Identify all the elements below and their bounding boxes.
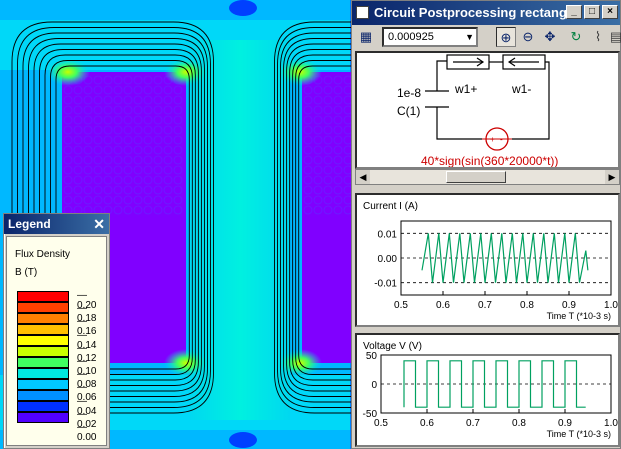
- close-icon[interactable]: ×: [602, 5, 618, 19]
- graph-icon[interactable]: ⌇: [588, 27, 608, 47]
- calculator-icon[interactable]: ▦: [356, 27, 376, 47]
- x-tick-label: 0.9: [558, 418, 572, 429]
- svg-text:+: +: [490, 135, 495, 144]
- color-scale-swatch: [17, 335, 69, 346]
- color-scale-swatch: [17, 357, 69, 368]
- color-scale-swatch: [17, 412, 69, 423]
- horizontal-scrollbar[interactable]: ◀ ▶: [355, 169, 620, 185]
- svg-text:-: -: [500, 135, 503, 144]
- x-axis-label: Time T (*10-3 s): [547, 311, 611, 321]
- coil-plus-label: w1+: [454, 82, 477, 96]
- zoom-in-icon[interactable]: ⊕: [496, 27, 516, 47]
- color-scale-swatch: [17, 313, 69, 324]
- color-scale-swatch: [17, 302, 69, 313]
- x-tick-label: 0.5: [394, 300, 408, 311]
- source-expression: 40*sign(sin(360*20000*t)): [421, 154, 558, 167]
- zoom-out-icon[interactable]: ⊖: [518, 27, 538, 47]
- color-scale-swatch: [17, 379, 69, 390]
- color-scale-label: — 0.00: [77, 422, 97, 443]
- y-tick-label: 0.01: [378, 229, 398, 240]
- coil-minus-label: w1-: [511, 82, 531, 96]
- current-chart-panel[interactable]: Current I (A) 0.01 0.00 -0.01 0.5 0.6 0.7 0.8 0.…: [355, 193, 620, 327]
- current-chart: Current I (A) 0.01 0.00 -0.01 0.5 0.6 0.7 0.8 0.…: [363, 201, 618, 321]
- y-tick-label: -0.01: [374, 279, 397, 290]
- capacitor-value: 1e-8: [397, 86, 421, 100]
- x-tick-label: 0.7: [466, 418, 480, 429]
- x-tick-label: 0.9: [562, 300, 576, 311]
- circuit-postprocessing-window[interactable]: Circuit Postprocessing rectang... _ □ × …: [351, 0, 621, 449]
- maximize-icon[interactable]: □: [584, 5, 600, 19]
- color-scale-swatch: [17, 324, 69, 335]
- color-scale-swatch: [17, 291, 69, 302]
- scrollbar-thumb[interactable]: [446, 171, 506, 183]
- circuit-diagram-panel[interactable]: + - 1e-8 C(1) w1+ w1- 40*sign(sin(360*20…: [355, 51, 620, 169]
- time-selector[interactable]: 0.000925 ▼: [382, 27, 478, 47]
- x-tick-label: 1.0: [604, 300, 618, 311]
- x-tick-label: 0.8: [512, 418, 526, 429]
- x-tick-label: 0.5: [374, 418, 388, 429]
- legend-window[interactable]: Legend ✕ Flux Density B (T) — 0.20— 0.18…: [3, 213, 110, 449]
- zoom-fit-icon[interactable]: ✥: [540, 27, 560, 47]
- y-tick-label: 50: [366, 351, 378, 362]
- x-tick-label: 0.8: [520, 300, 534, 311]
- refresh-icon[interactable]: ↻: [566, 27, 586, 47]
- window-title-bar[interactable]: Circuit Postprocessing rectang... _ □ ×: [352, 1, 620, 25]
- x-axis-label: Time T (*10-3 s): [547, 429, 611, 439]
- legend-body: Flux Density B (T) — 0.20— 0.18— 0.16— 0…: [6, 236, 107, 446]
- color-scale-swatch: [17, 346, 69, 357]
- y-tick-label: 0.00: [378, 254, 398, 265]
- x-tick-label: 0.6: [420, 418, 434, 429]
- coil-window-right: [302, 72, 352, 363]
- color-scale-swatch: [17, 401, 69, 412]
- legend-title: Legend: [8, 217, 51, 231]
- time-value: 0.000925: [388, 31, 434, 43]
- color-scale-swatch: [17, 390, 69, 401]
- close-icon[interactable]: ✕: [93, 214, 105, 234]
- voltage-chart: Voltage V (V)500-500.5 0.6 0.7 0.8 0.9 1.0Tim…: [363, 341, 618, 439]
- minimize-icon[interactable]: _: [566, 5, 582, 19]
- table-icon[interactable]: ▤: [606, 27, 621, 47]
- chart-title: Current I (A): [363, 201, 418, 212]
- legend-quantity: Flux Density: [15, 249, 71, 260]
- legend-unit: B (T): [15, 267, 38, 278]
- chevron-down-icon: ▼: [465, 32, 474, 42]
- scroll-right-icon[interactable]: ▶: [605, 170, 619, 184]
- window-app-icon: [356, 6, 369, 19]
- window-title: Circuit Postprocessing rectang...: [374, 5, 578, 20]
- scroll-left-icon[interactable]: ◀: [356, 170, 370, 184]
- x-tick-label: 0.6: [436, 300, 450, 311]
- toolbar: ▦ 0.000925 ▼ ⊕ ⊖ ✥ ↻ ⌇ ▤: [352, 25, 621, 49]
- color-scale-swatch: [17, 368, 69, 379]
- voltage-chart-panel[interactable]: Voltage V (V) 50 0 -50 0.5 0.6 0.7 0.8 0.9 1.0 Tim…: [355, 333, 620, 447]
- x-tick-label: 1.0: [604, 418, 618, 429]
- x-tick-label: 0.7: [478, 300, 492, 311]
- y-tick-label: 0: [371, 380, 377, 391]
- capacitor-name: C(1): [397, 104, 420, 118]
- legend-title-bar[interactable]: Legend ✕: [4, 214, 109, 234]
